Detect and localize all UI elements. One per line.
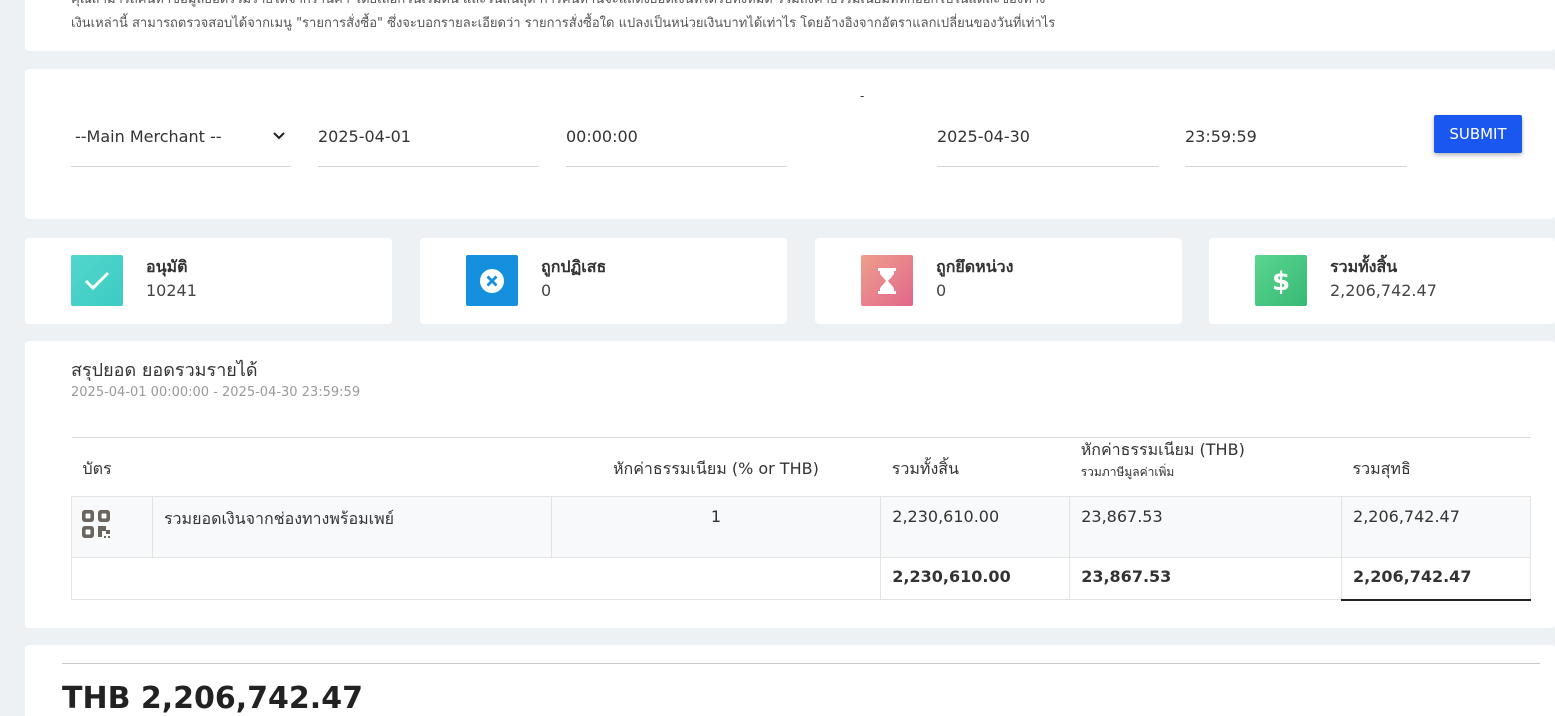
summary-title: สรุปยอด ยอดรวมรายได้ — [71, 360, 258, 381]
stat-card-approved: อนุมัติ 10241 — [25, 238, 392, 324]
gross-value: 2,230,610.00 — [880, 496, 1071, 558]
notice-text-line-2: เงินเหล่านี้ สามารถตรวจสอบได้จากเมนู "รา… — [71, 16, 1056, 31]
stat-value: 0 — [936, 281, 947, 300]
total-net: 2,206,742.47 — [1341, 557, 1531, 601]
notice-text-line-1: คุณสามารถค้นหาข้อมูลยอดรวมรายได้จากร้านค… — [71, 0, 1531, 9]
divider — [62, 663, 1540, 664]
column-header-fee-thb-sub: รวมภาษีมูลค่าเพิ่ม — [1080, 465, 1175, 479]
total-gross: 2,230,610.00 — [880, 557, 1071, 600]
svg-text:$: $ — [1272, 267, 1290, 296]
x-circle-icon — [466, 255, 518, 306]
end-time-value: 23:59:59 — [1185, 127, 1257, 146]
net-value: 2,206,742.47 — [1341, 496, 1531, 558]
submit-button[interactable]: SUBMIT — [1434, 115, 1522, 153]
stat-card-rejected: ถูกปฏิเสธ 0 — [420, 238, 787, 324]
column-header-fee-thb-label: หักค่าธรรมเนียม (THB) — [1080, 440, 1245, 459]
summary-table: บัตร หักค่าธรรมเนียม (% or THB) รวมทั้งส… — [70, 437, 1531, 601]
grand-total-card: THB 2,206,742.47 — [25, 645, 1555, 716]
column-header-fee-pct: หักค่าธรรมเนียม (% or THB) — [551, 437, 881, 497]
stat-value: 0 — [541, 281, 552, 300]
start-time-input[interactable]: 00:00:00 — [566, 114, 787, 167]
table-header-row: บัตร หักค่าธรรมเนียม (% or THB) รวมทั้งส… — [71, 437, 1531, 497]
stat-card-held: ถูกยึดหน่วง 0 — [815, 238, 1182, 324]
column-header-gross: รวมทั้งสิ้น — [880, 437, 1070, 497]
qr-code-icon — [81, 509, 113, 541]
column-header-net: รวมสุทธิ — [1341, 437, 1531, 497]
summary-card: สรุปยอด ยอดรวมรายได้ 2025-04-01 00:00:00… — [25, 341, 1555, 628]
chevron-down-icon — [273, 128, 285, 144]
notice-card: คุณสามารถค้นหาข้อมูลยอดรวมรายได้จากร้านค… — [25, 0, 1555, 51]
fee-thb-value: 23,867.53 — [1069, 496, 1343, 558]
stat-label: รวมทั้งสิ้น — [1330, 257, 1398, 276]
filter-card: - --Main Merchant -- 2025-04-01 00:00:00… — [25, 69, 1555, 219]
merchant-select-value: --Main Merchant -- — [75, 127, 222, 146]
column-header-card: บัตร — [71, 437, 552, 497]
stat-label: อนุมัติ — [146, 257, 188, 276]
hourglass-icon — [861, 255, 913, 306]
stat-value: 2,206,742.47 — [1330, 281, 1437, 300]
channel-name: รวมยอดเงินจากช่องทางพร้อมเพย์ — [151, 496, 552, 558]
start-date-value: 2025-04-01 — [318, 127, 411, 146]
table-row: รวมยอดเงินจากช่องทางพร้อมเพย์ 1 2,230,61… — [71, 496, 1531, 558]
grand-total: THB 2,206,742.47 — [62, 681, 363, 716]
date-range-separator: - — [860, 89, 865, 103]
column-header-fee-thb: หักค่าธรรมเนียม (THB) รวมภาษีมูลค่าเพิ่ม — [1069, 437, 1342, 497]
start-time-value: 00:00:00 — [566, 127, 638, 146]
end-date-input[interactable]: 2025-04-30 — [937, 114, 1159, 167]
stat-card-total: $ รวมทั้งสิ้น 2,206,742.47 — [1209, 238, 1555, 324]
check-icon — [71, 255, 123, 306]
channel-icon-cell — [71, 496, 153, 558]
merchant-select[interactable]: --Main Merchant -- — [71, 114, 291, 167]
table-total-row: 2,230,610.00 23,867.53 2,206,742.47 — [70, 557, 1531, 601]
fee-pct-value: 1 — [550, 496, 882, 558]
summary-date-range: 2025-04-01 00:00:00 - 2025-04-30 23:59:5… — [71, 385, 361, 400]
end-time-input[interactable]: 23:59:59 — [1185, 114, 1407, 167]
start-date-input[interactable]: 2025-04-01 — [318, 114, 539, 167]
stat-label: ถูกปฏิเสธ — [541, 257, 607, 276]
stat-value: 10241 — [146, 281, 197, 300]
end-date-value: 2025-04-30 — [937, 127, 1030, 146]
total-row-spacer — [70, 557, 882, 600]
total-fee-thb: 23,867.53 — [1069, 557, 1343, 600]
dollar-icon: $ — [1255, 255, 1307, 306]
stat-label: ถูกยึดหน่วง — [936, 257, 1014, 276]
